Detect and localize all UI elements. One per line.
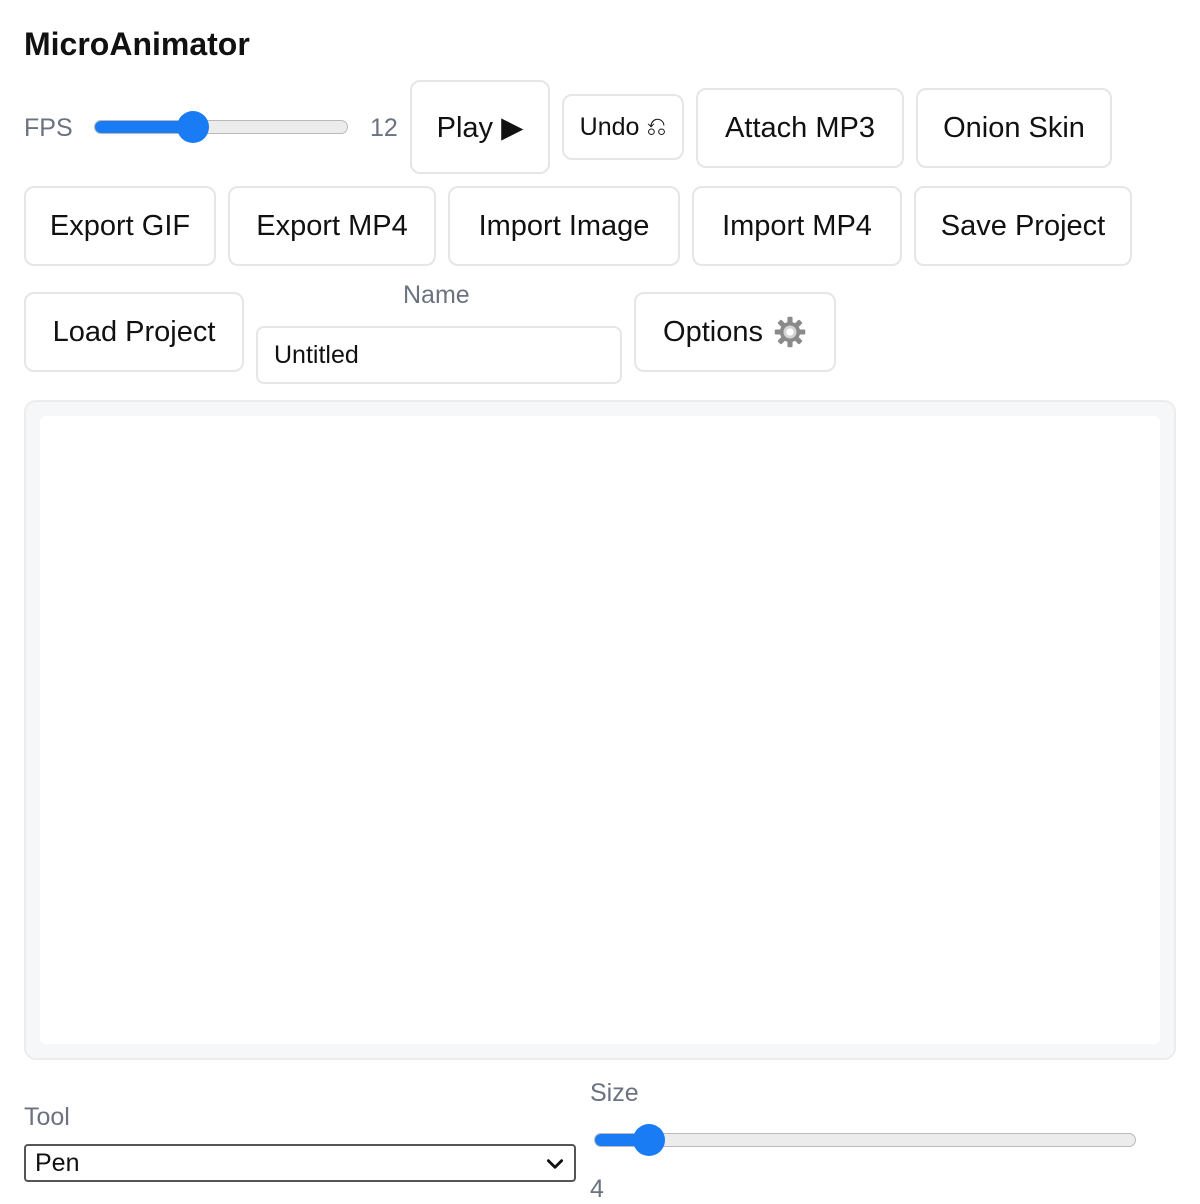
canvas-frame [24, 400, 1176, 1060]
onion-skin-button[interactable]: Onion Skin [916, 88, 1112, 168]
load-project-button[interactable]: Load Project [24, 292, 244, 372]
export-mp4-button[interactable]: Export MP4 [228, 186, 436, 266]
tool-select-value: Pen [35, 1148, 80, 1177]
import-mp4-button[interactable]: Import MP4 [692, 186, 902, 266]
fps-value: 12 [370, 114, 398, 142]
tool-select[interactable]: Pen [24, 1144, 576, 1182]
gear-icon [773, 315, 807, 349]
fps-label: FPS [24, 114, 73, 142]
project-name-input[interactable] [256, 326, 622, 384]
drawing-canvas[interactable] [40, 416, 1160, 1044]
tool-label: Tool [24, 1103, 70, 1131]
app-title: MicroAnimator [24, 26, 250, 62]
options-button[interactable]: Options [634, 292, 836, 372]
save-project-button[interactable]: Save Project [914, 186, 1132, 266]
size-slider[interactable] [594, 1124, 1136, 1156]
fps-slider[interactable] [94, 111, 348, 143]
size-label: Size [590, 1079, 639, 1107]
undo-button[interactable]: Undo ⎌ [562, 94, 684, 160]
play-button[interactable]: Play ▶ [410, 80, 550, 174]
name-label: Name [403, 281, 470, 309]
export-gif-button[interactable]: Export GIF [24, 186, 216, 266]
attach-mp3-button[interactable]: Attach MP3 [696, 88, 904, 168]
fps-slider-thumb[interactable] [177, 111, 210, 143]
import-image-button[interactable]: Import Image [448, 186, 680, 266]
size-slider-thumb[interactable] [633, 1124, 665, 1156]
options-label: Options [663, 315, 763, 348]
chevron-down-icon [544, 1153, 566, 1182]
